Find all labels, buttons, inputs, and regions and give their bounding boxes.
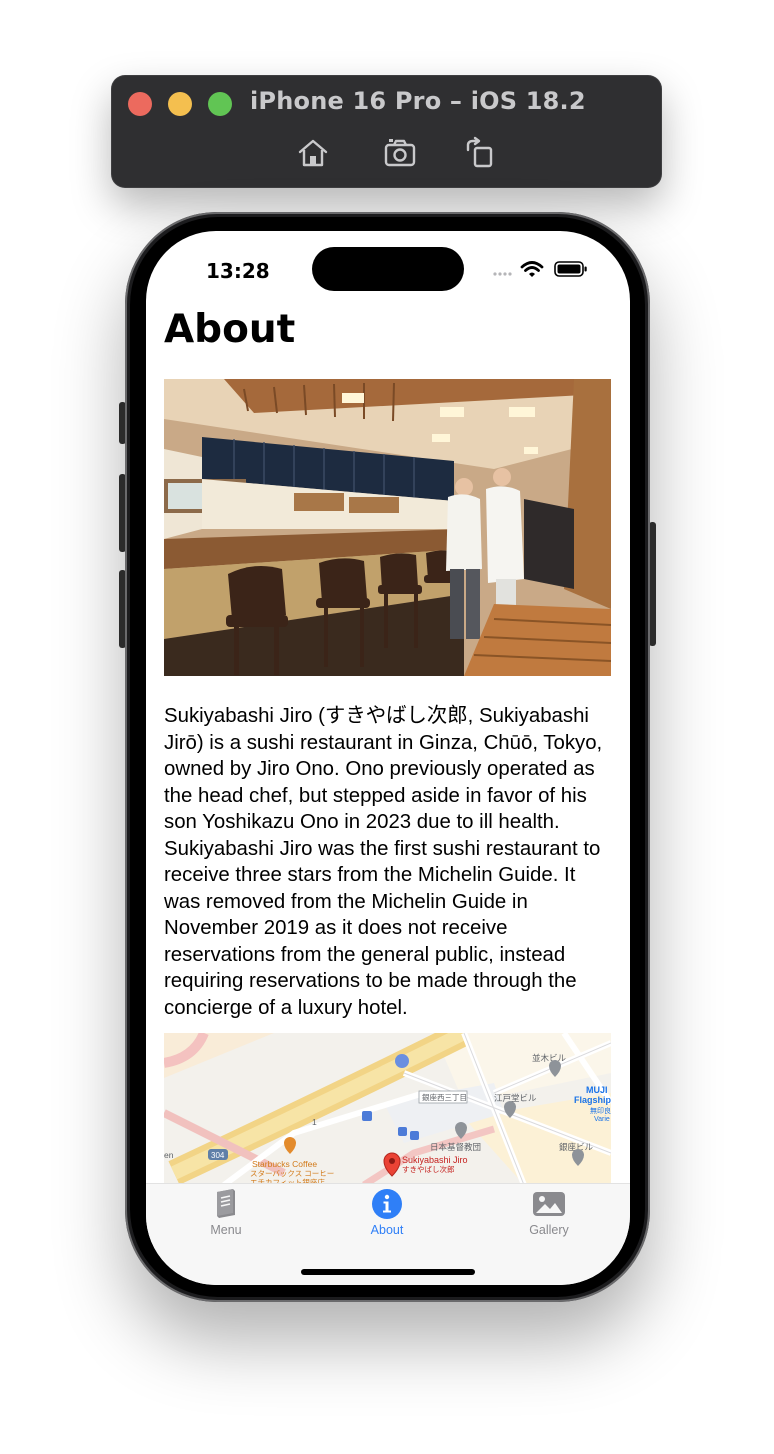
about-description: Sukiyabashi Jiro (すきやばし次郎, Sukiyabashi J… <box>164 705 603 1019</box>
home-icon[interactable] <box>296 136 330 170</box>
map-label-edge: en <box>164 1150 174 1160</box>
map-pin-label: Sukiyabashi Jiro <box>402 1155 468 1165</box>
map-label-starbucks-jp: スターバックス コーヒー <box>250 1169 334 1178</box>
dynamic-island <box>312 247 464 291</box>
photo-icon <box>533 1192 565 1216</box>
tab-menu-label: Menu <box>210 1223 242 1237</box>
map-label-edoya: 江戸堂ビル <box>494 1093 537 1103</box>
status-time: 13:28 <box>206 259 270 283</box>
zoom-window-button[interactable] <box>208 92 232 116</box>
wifi-icon <box>520 261 544 277</box>
map-route-shield: 304 <box>211 1151 225 1160</box>
tab-about-label: About <box>370 1223 404 1237</box>
map-label-ginza3: 銀座西三丁目 <box>422 1092 467 1102</box>
cellular-icon <box>493 272 512 276</box>
map-label-namiki: 並木ビル <box>532 1053 567 1063</box>
map-label-starbucks: Starbucks Coffee <box>252 1159 317 1169</box>
simulator-title: iPhone 16 Pro – iOS 18.2 <box>250 87 586 115</box>
screenshot-icon[interactable] <box>383 136 417 170</box>
rotate-icon[interactable] <box>463 136 497 170</box>
map-label-muji-varie: Varie <box>594 1116 610 1123</box>
status-icons <box>493 261 587 277</box>
hero-image-sushi-bar <box>164 379 611 676</box>
minimize-window-button[interactable] <box>168 92 192 116</box>
tab-gallery[interactable]: Gallery <box>489 1188 609 1248</box>
map-label-muji-jp: 無印良 <box>590 1106 611 1115</box>
map-label-lane: 1 <box>312 1117 317 1127</box>
battery-icon <box>554 261 587 277</box>
map-label-muji-flagship: Flagship <box>574 1095 611 1105</box>
power-button <box>649 522 656 646</box>
page-title: About <box>164 307 296 352</box>
map-label-kibun: 日本基督教団 <box>430 1142 481 1152</box>
tab-about[interactable]: About <box>327 1188 447 1248</box>
tab-gallery-label: Gallery <box>529 1223 569 1237</box>
map-pin-sublabel: すきやばし次郎 <box>402 1164 455 1174</box>
iphone-screen: 13:28 About Sukiyabashi Jiro (すきやばし次郎, S… <box>146 231 630 1285</box>
location-map[interactable]: 並木ビル 江戸堂ビル 日本基督教団 銀座ビル en 1 銀座西三丁目 MUJI … <box>164 1033 611 1185</box>
close-window-button[interactable] <box>128 92 152 116</box>
book-icon <box>217 1189 235 1218</box>
tab-menu[interactable]: Menu <box>166 1188 286 1248</box>
map-label-muji: MUJI <box>586 1085 608 1095</box>
home-indicator[interactable] <box>301 1269 475 1275</box>
info-icon <box>372 1189 402 1219</box>
